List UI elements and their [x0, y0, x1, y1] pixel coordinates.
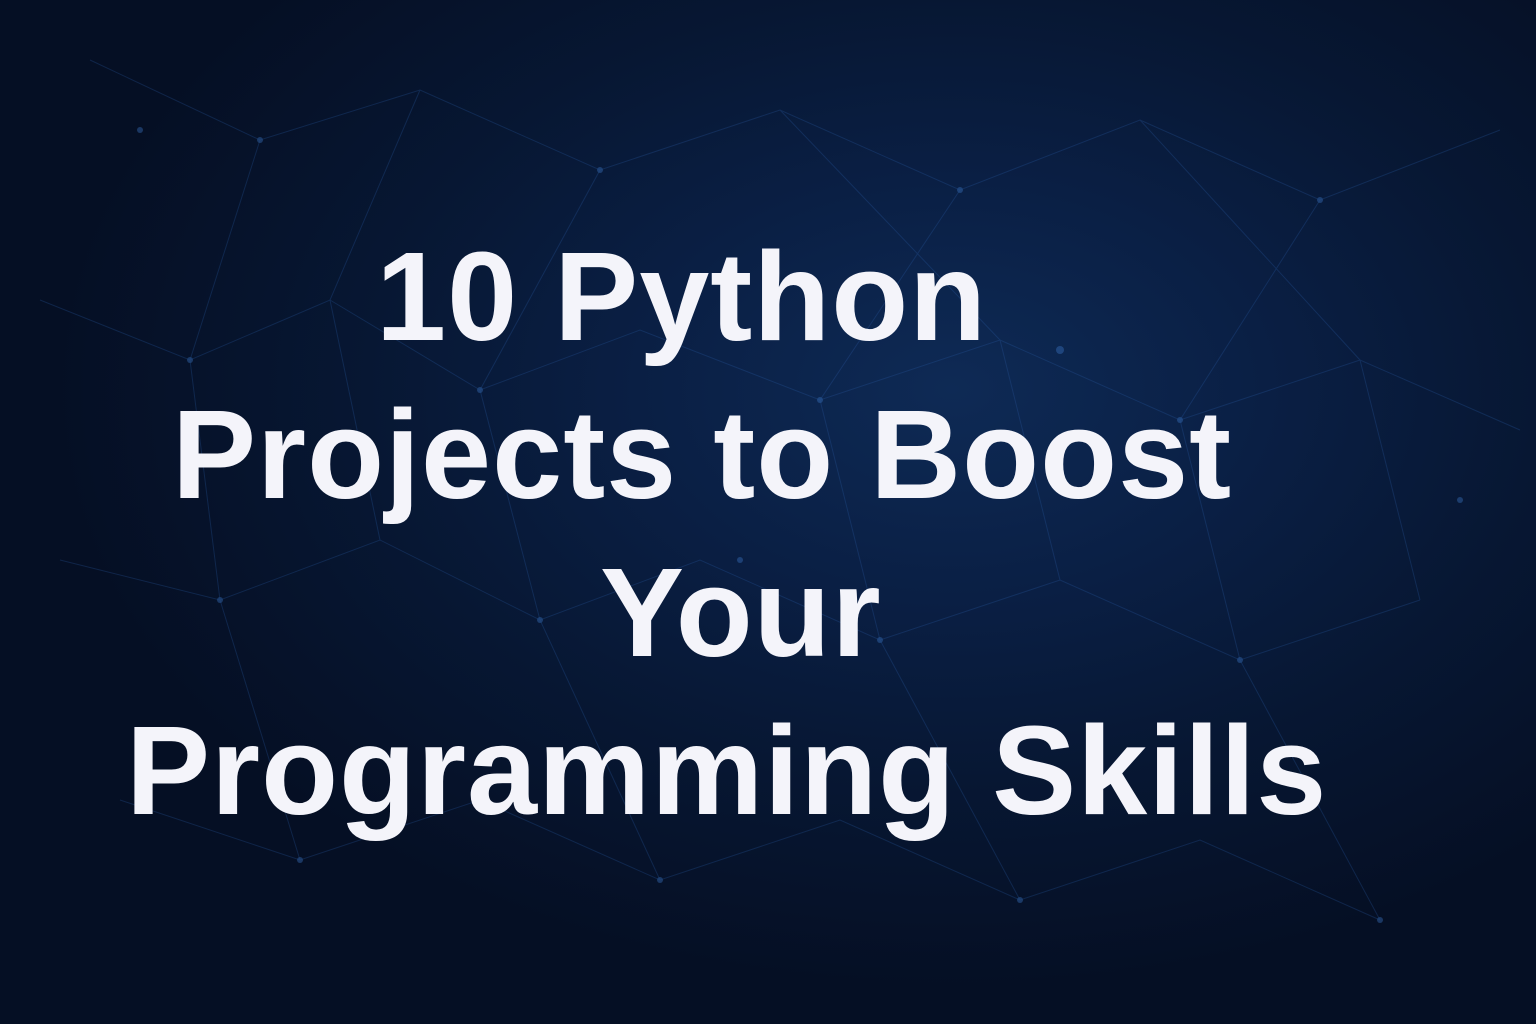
title-line-3: Your: [600, 542, 882, 683]
cover-image: 10 Python Projects to Boost Your Program…: [0, 0, 1536, 1024]
title-line-1: 10 Python: [376, 226, 988, 367]
title-line-2: Projects to Boost: [172, 384, 1233, 525]
page-title: 10 Python Projects to Boost Your Program…: [0, 218, 1536, 850]
title-line-4: Programming Skills: [126, 700, 1328, 841]
